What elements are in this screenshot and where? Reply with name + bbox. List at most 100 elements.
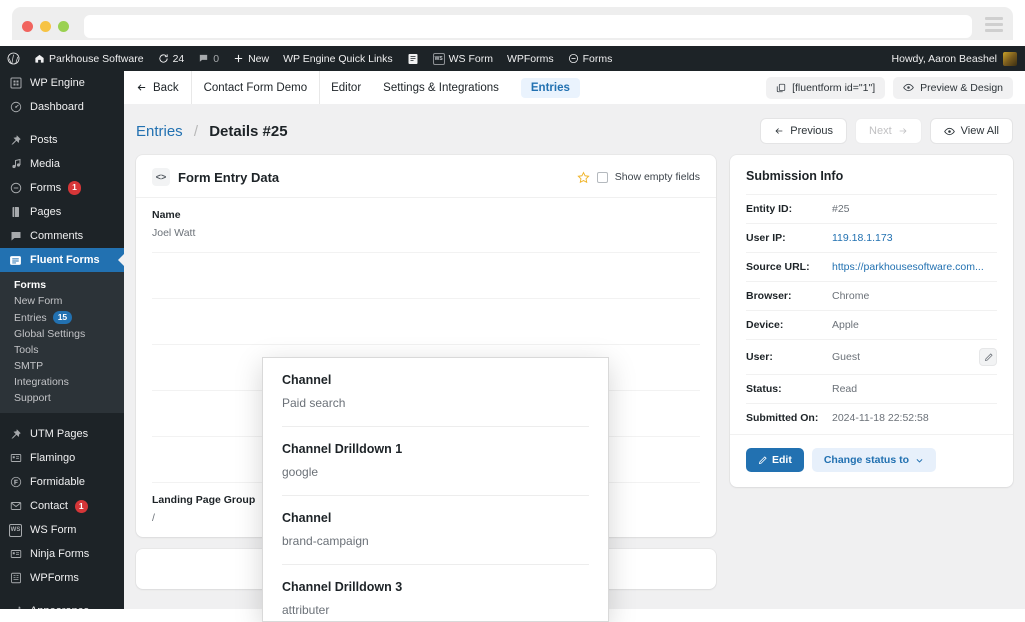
sidebar-item-label: Pages [30,206,62,218]
sidebar-item-label: Comments [30,230,84,242]
edit-button[interactable]: Edit [746,448,804,472]
previous-label: Previous [790,125,834,137]
change-status-button[interactable]: Change status to [811,448,937,472]
arrow-right-icon [898,126,908,136]
sidebar-item-ninja-forms[interactable]: Ninja Forms [0,542,124,566]
hamburger-icon[interactable] [985,17,1003,32]
back-button[interactable]: Back [124,71,192,104]
submenu-item-entries[interactable]: Entries 15 [0,309,124,326]
submenu-item-new-form[interactable]: New Form [0,293,124,309]
sidebar-item-appearance[interactable]: Appearance [0,599,124,609]
comments-icon [8,230,23,242]
channel-fields-popup[interactable]: Channel Paid search Channel Drilldown 1 … [262,357,609,622]
view-all-button[interactable]: View All [929,118,1013,144]
window-traffic-lights[interactable] [22,21,69,32]
wordpress-icon[interactable] [0,46,27,71]
info-value: Guest [832,351,861,363]
wpengine-quick-links-item[interactable]: WP Engine Quick Links [276,46,400,71]
pencil-icon[interactable] [979,348,997,366]
popup-label: Channel Drilldown 3 [282,580,403,594]
new-content-item[interactable]: New [226,46,276,71]
sidebar-item-wpforms[interactable]: WPForms [0,566,124,590]
info-key: Device: [746,319,784,331]
submenu-item-smtp[interactable]: SMTP [0,358,124,374]
sidebar-item-utm-pages[interactable]: UTM Pages [0,422,124,446]
popup-row-channel-drilldown-3: Channel Drilldown 3 attributer [282,565,589,621]
ws-form-item[interactable]: WS WS Form [426,46,500,71]
sidebar-item-ws-form[interactable]: WS WS Form [0,518,124,542]
submenu-item-label: Support [14,392,51,405]
site-name-item[interactable]: Parkhouse Software [27,46,151,71]
tab-settings-integrations[interactable]: Settings & Integrations [372,71,510,104]
submenu-item-global-settings[interactable]: Global Settings [0,326,124,342]
account-menu[interactable]: Howdy, Aaron Beashel [892,51,1025,66]
minimize-window-button[interactable] [40,21,51,32]
previous-button[interactable]: Previous [760,118,848,144]
info-key: Status: [746,383,782,395]
wpforms-icon [8,572,23,584]
comment-icon [198,53,209,64]
tab-editor[interactable]: Editor [320,71,372,104]
sidebar-item-pages[interactable]: Pages [0,200,124,224]
card-title: Form Entry Data [178,169,280,185]
info-key: Submitted On: [746,412,819,424]
submenu-item-integrations[interactable]: Integrations [0,374,124,390]
arrow-left-icon [774,126,784,136]
sidebar-item-contact[interactable]: Contact 1 [0,494,124,518]
preview-design-button[interactable]: Preview & Design [893,76,1013,99]
shortcode-button[interactable]: [fluentform id="1"] [766,76,886,99]
info-value: Chrome [832,290,870,302]
submenu-item-support[interactable]: Support [0,390,124,406]
sidebar-item-label: Dashboard [30,101,84,113]
avatar [1003,51,1017,66]
submenu-item-tools[interactable]: Tools [0,342,124,358]
forms-item[interactable]: Forms [561,46,620,71]
popup-value: google [282,465,319,479]
star-icon[interactable] [577,170,590,184]
sidebar-item-posts[interactable]: Posts [0,128,124,152]
wp-admin-bar: Parkhouse Software 24 0 New WP Engine Qu… [0,46,1025,71]
submenu-item-label: Integrations [14,376,69,389]
updates-item[interactable]: 24 [151,46,192,71]
sidebar-item-label: Posts [30,134,58,146]
admin-content: Back Contact Form Demo Editor Settings &… [124,71,1025,622]
site-name-label: Parkhouse Software [49,52,144,65]
popup-row-channel-drilldown-1: Channel Drilldown 1 google [282,427,589,496]
breadcrumb-entries-link[interactable]: Entries [136,123,183,140]
sidebar-item-forms[interactable]: Forms 1 [0,176,124,200]
maximize-window-button[interactable] [58,21,69,32]
wpforms-icon[interactable] [400,46,426,71]
submenu-item-forms[interactable]: Forms [0,277,124,293]
wsform-icon: WS [432,52,445,65]
sidebar-item-media[interactable]: Media [0,152,124,176]
tab-entries[interactable]: Entries [510,71,591,104]
eye-icon [943,126,955,137]
comments-item[interactable]: 0 [191,46,226,71]
sidebar-item-label: WS Form [30,524,77,537]
back-label: Back [153,81,179,94]
url-input[interactable] [84,15,972,38]
info-value-link[interactable]: https://parkhousesoftware.com... [832,261,984,273]
wpforms-item[interactable]: WPForms [500,46,561,71]
sidebar-item-fluent-forms[interactable]: Fluent Forms [0,248,124,272]
submission-actions: Edit Change status to [730,434,1013,487]
info-key: Browser: [746,290,792,302]
next-button[interactable]: Next [855,118,922,144]
close-window-button[interactable] [22,21,33,32]
sidebar-item-label: Appearance [30,605,89,609]
sidebar-item-dashboard[interactable]: Dashboard [0,95,124,119]
sidebar-item-formidable[interactable]: Formidable [0,470,124,494]
popup-rows: Channel Paid search Channel Drilldown 1 … [263,358,608,621]
popup-label: Channel Drilldown 1 [282,442,403,456]
info-row-browser: Browser: Chrome [746,281,997,310]
dashboard-icon [8,101,23,113]
sidebar-item-flamingo[interactable]: Flamingo [0,446,124,470]
info-value-link[interactable]: 119.18.1.173 [832,232,893,244]
code-icon[interactable]: <> [152,168,170,186]
status-badge: 1 [68,181,81,195]
refresh-icon [158,53,169,64]
sidebar-item-wp-engine[interactable]: WP Engine [0,71,124,95]
show-empty-fields-checkbox[interactable] [596,171,608,183]
sidebar-item-comments[interactable]: Comments [0,224,124,248]
entries-count-badge: 15 [52,311,73,325]
